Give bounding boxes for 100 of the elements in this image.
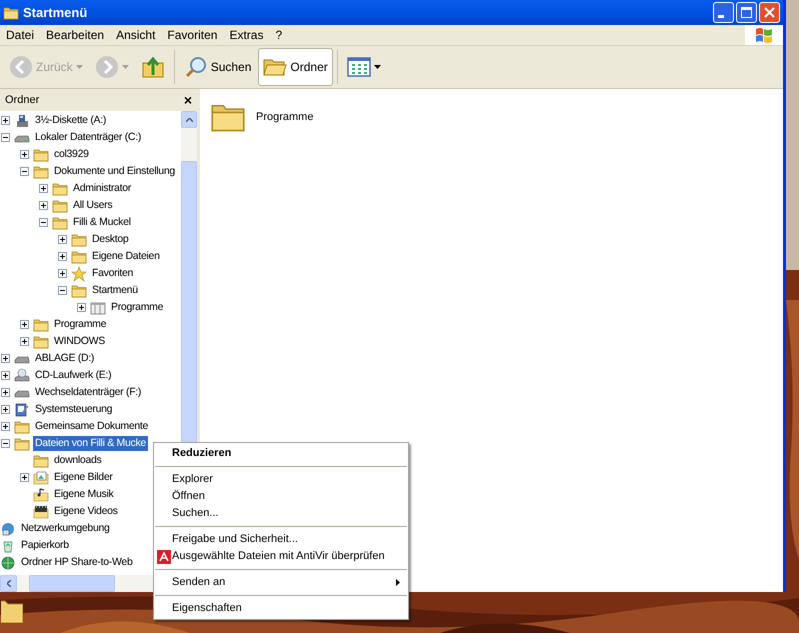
tree-item[interactable]: All Users: [71, 198, 114, 213]
tree-item[interactable]: CD-Laufwerk (E:): [33, 368, 114, 383]
expand-icon[interactable]: [58, 269, 67, 278]
tree-item[interactable]: Administrator: [71, 181, 133, 196]
tree-item[interactable]: downloads: [52, 453, 104, 468]
menu-option[interactable]: Suchen...: [154, 505, 408, 522]
close-button[interactable]: [759, 2, 780, 23]
folder-icon: [14, 418, 30, 434]
maximize-icon: [741, 7, 752, 18]
expand-icon[interactable]: [20, 473, 29, 482]
window-title: Startmenü: [23, 4, 88, 22]
menu-item[interactable]: Bearbeiten: [40, 26, 110, 44]
collapse-icon[interactable]: [20, 167, 29, 176]
network-icon: [0, 520, 16, 536]
tree-item[interactable]: Eigene Bilder: [52, 470, 115, 485]
pictures-folder-icon: [33, 470, 49, 486]
expand-icon[interactable]: [20, 320, 29, 329]
scroll-up-icon: [186, 118, 192, 122]
tree-item[interactable]: Dokumente und Einstellung: [52, 164, 177, 179]
folder-up-icon: [140, 55, 165, 79]
tree-item[interactable]: col3929: [52, 147, 91, 162]
collapse-icon[interactable]: [39, 218, 48, 227]
menu-option[interactable]: Senden an: [154, 574, 408, 591]
tree-item[interactable]: Netzwerkumgebung: [19, 521, 112, 536]
web-folder-icon: [0, 554, 16, 570]
folder-icon: [33, 452, 49, 468]
folder-icon: [71, 282, 87, 298]
tree-item[interactable]: Programme: [52, 317, 108, 332]
collapse-icon[interactable]: [58, 286, 67, 295]
folder-icon: [33, 146, 49, 162]
tree-item[interactable]: Ordner HP Share-to-Web: [19, 555, 134, 570]
submenu-arrow-icon: [396, 579, 400, 586]
folder-icon: [71, 232, 87, 248]
folders-button[interactable]: Ordner: [258, 48, 333, 86]
expand-icon[interactable]: [20, 150, 29, 159]
menu-item[interactable]: ?: [269, 26, 288, 44]
expand-icon[interactable]: [1, 371, 10, 380]
expand-icon[interactable]: [58, 252, 67, 261]
folder-icon: [14, 436, 30, 452]
search-icon: [184, 55, 208, 79]
collapse-icon[interactable]: [1, 133, 10, 142]
expand-icon[interactable]: [20, 337, 29, 346]
pane-title: Ordner: [5, 92, 40, 108]
menu-option[interactable]: Ausgewählte Dateien mit AntiVir überprüfen: [154, 548, 408, 565]
expand-icon[interactable]: [77, 303, 86, 312]
music-folder-icon: [33, 486, 49, 502]
menu-option[interactable]: Freigabe und Sicherheit...: [154, 531, 408, 548]
expand-icon[interactable]: [58, 235, 67, 244]
dropdown-caret-icon: [122, 65, 129, 69]
umbrella-logo-icon: [157, 550, 171, 564]
expand-icon[interactable]: [1, 405, 10, 414]
expand-icon[interactable]: [1, 116, 10, 125]
minimize-button[interactable]: [713, 2, 734, 23]
tree-item[interactable]: WINDOWS: [52, 334, 107, 349]
close-pane-button[interactable]: ×: [184, 93, 192, 107]
star-folder-icon: [71, 266, 87, 282]
tree-item[interactable]: Gemeinsame Dokumente: [33, 419, 150, 434]
tree-item[interactable]: Dateien von Filli & Mucke: [33, 436, 148, 451]
search-button[interactable]: Suchen: [178, 48, 256, 86]
expand-icon[interactable]: [1, 354, 10, 363]
cd-drive-icon: [14, 368, 30, 384]
menu-item[interactable]: Ansicht: [110, 26, 162, 44]
tree-item[interactable]: Favoriten: [90, 266, 136, 281]
menu-option[interactable]: Eigenschaften: [154, 600, 408, 617]
folder-icon: [71, 248, 87, 264]
tree-item[interactable]: Filli & Muckel: [71, 215, 133, 230]
tree-item[interactable]: Systemsteuerung: [33, 402, 114, 417]
menu-option[interactable]: Öffnen: [154, 488, 408, 505]
tree-item[interactable]: ABLAGE (D:): [33, 351, 96, 366]
menu-item[interactable]: Extras: [223, 26, 270, 44]
tree-item[interactable]: Papierkorb: [19, 538, 71, 553]
expand-icon[interactable]: [1, 422, 10, 431]
menu-option[interactable]: Reduzieren: [154, 445, 408, 462]
menu-option[interactable]: Explorer: [154, 471, 408, 488]
expand-icon[interactable]: [39, 184, 48, 193]
tree-item[interactable]: Programme: [109, 300, 166, 315]
menu-item[interactable]: Datei: [0, 26, 40, 44]
collapse-icon[interactable]: [1, 439, 10, 448]
expand-icon[interactable]: [1, 388, 10, 397]
tree-item[interactable]: Eigene Dateien: [90, 249, 162, 264]
tree-item[interactable]: Startmenü: [90, 283, 140, 298]
dropdown-caret-icon: [374, 65, 381, 69]
tree-item[interactable]: Wechseldatenträger (F:): [33, 385, 144, 400]
floppy-drive-icon: [14, 112, 30, 128]
views-icon: [346, 56, 371, 78]
tree-item[interactable]: Eigene Musik: [52, 487, 116, 502]
folder-icon: [33, 164, 49, 180]
close-icon: [764, 7, 775, 18]
tree-item[interactable]: Lokaler Datenträger (C:): [33, 130, 144, 145]
file-label[interactable]: Programme: [256, 108, 314, 126]
tree-item[interactable]: Eigene Videos: [52, 504, 120, 519]
tree-item[interactable]: 3½-Diskette (A:): [33, 113, 108, 128]
control-panel-icon: [14, 402, 30, 418]
videos-folder-icon: [33, 504, 49, 520]
tree-item[interactable]: Desktop: [90, 232, 130, 247]
minimize-icon: [718, 15, 724, 18]
menu-item[interactable]: Favoriten: [161, 26, 224, 44]
maximize-button[interactable]: [736, 2, 757, 23]
expand-icon[interactable]: [39, 201, 48, 210]
program-group-icon: [90, 300, 106, 316]
